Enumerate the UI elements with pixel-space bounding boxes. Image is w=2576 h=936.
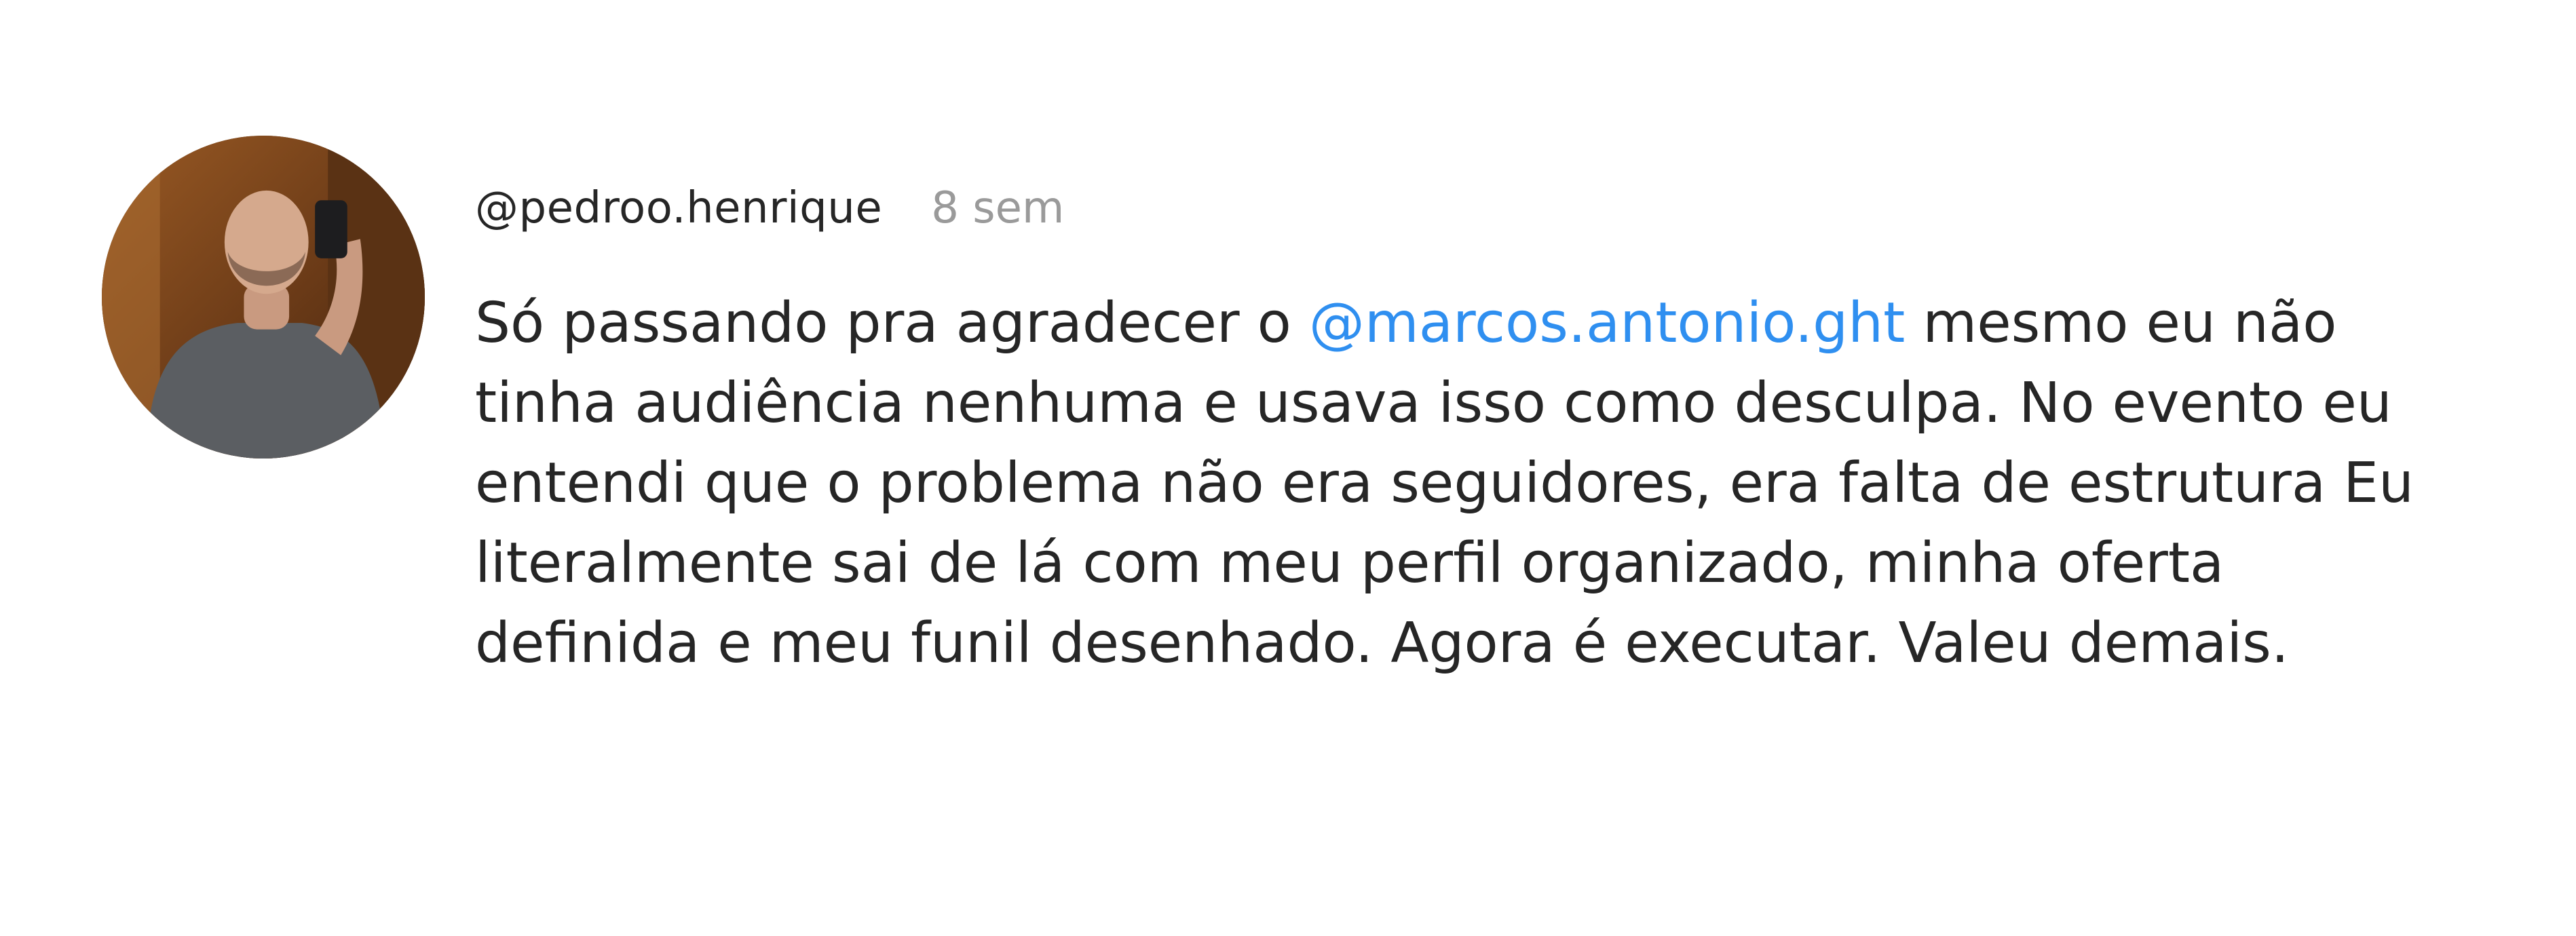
comment-text-start: Só passando pra agradecer o	[475, 291, 1309, 355]
comment-item: @pedroo.henrique 8 sem Só passando pra a…	[0, 0, 2576, 936]
mention-link[interactable]: @marcos.antonio.ght	[1309, 291, 1905, 355]
comment-text: Só passando pra agradecer o @marcos.anto…	[475, 284, 2457, 684]
comment-meta: @pedroo.henrique 8 sem	[475, 183, 2511, 265]
username-link[interactable]: @pedroo.henrique	[475, 183, 882, 233]
user-photo-avatar-icon	[102, 136, 425, 459]
comment-content: @pedroo.henrique 8 sem Só passando pra a…	[475, 183, 2511, 684]
timestamp: 8 sem	[931, 183, 1065, 233]
avatar[interactable]	[102, 136, 425, 459]
